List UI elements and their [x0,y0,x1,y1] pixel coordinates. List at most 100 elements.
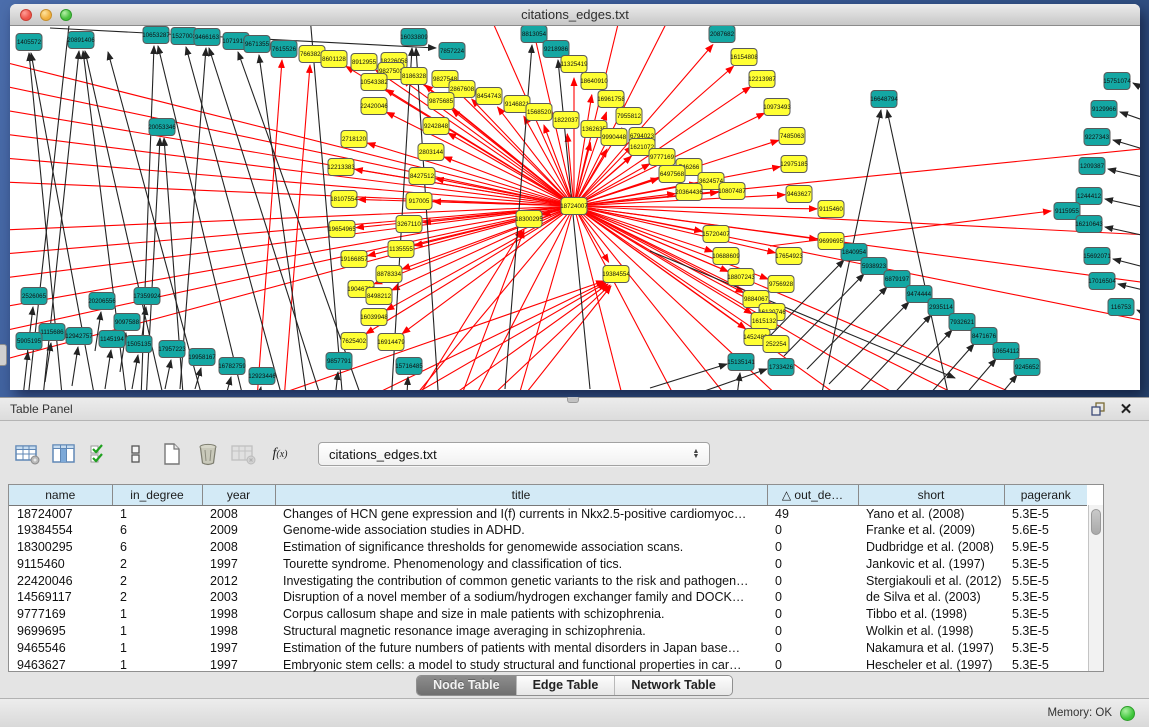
table-cell[interactable]: 0 [767,606,858,623]
delete-icon[interactable] [194,442,222,466]
table-cell[interactable]: Wolkin et al. (1998) [858,623,1004,640]
table-cell[interactable]: Corpus callosum shape and size in male p… [275,606,767,623]
table-cell[interactable]: 2008 [202,505,275,522]
table-cell[interactable]: Tibbo et al. (1998) [858,606,1004,623]
table-cell[interactable]: 1997 [202,656,275,673]
table-cell[interactable]: Hescheler et al. (1997) [858,656,1004,673]
column-header-out_degree[interactable]: △ out_de… [767,485,858,505]
table-cell[interactable]: Investigating the contribution of common… [275,572,767,589]
table-cell[interactable]: Tourette syndrome. Phenomenology and cla… [275,555,767,572]
table-cell[interactable]: Jankovic et al. (1997) [858,555,1004,572]
table-cell[interactable]: 2 [112,572,202,589]
table-cell[interactable]: Genome-wide association studies in ADHD. [275,522,767,539]
table-cell[interactable]: 0 [767,639,858,656]
table-cell[interactable]: 9463627 [9,656,112,673]
table-cell[interactable]: 2012 [202,572,275,589]
table-cell[interactable]: 5.3E-5 [1004,505,1087,522]
table-cell[interactable]: 18724007 [9,505,112,522]
table-cell[interactable]: Yano et al. (2008) [858,505,1004,522]
column-header-pagerank[interactable]: pagerank [1004,485,1087,505]
table-row[interactable]: 977716911998Corpus callosum shape and si… [9,606,1087,623]
table-cell[interactable]: 18300295 [9,539,112,556]
table-cell[interactable]: 5.3E-5 [1004,589,1087,606]
table-cell[interactable]: 1998 [202,606,275,623]
table-cell[interactable]: Structural magnetic resonance image aver… [275,623,767,640]
table-selector-dropdown[interactable]: citations_edges.txt ▲▼ [318,442,710,466]
table-cell[interactable]: 14569117 [9,589,112,606]
table-row[interactable]: 1938455462009Genome-wide association stu… [9,522,1087,539]
table-cell[interactable]: 0 [767,589,858,606]
table-cell[interactable]: 0 [767,539,858,556]
table-settings-icon[interactable] [14,442,42,466]
table-cell[interactable]: Changes of HCN gene expression and I(f) … [275,505,767,522]
table-cell[interactable]: 9777169 [9,606,112,623]
table-cell[interactable]: 2008 [202,539,275,556]
table-cell[interactable]: de Silva et al. (2003) [858,589,1004,606]
table-row[interactable]: 1456911722003Disruption of a novel membe… [9,589,1087,606]
new-file-icon[interactable] [158,442,186,466]
float-panel-icon[interactable] [1087,400,1109,418]
table-cell[interactable]: 5.3E-5 [1004,555,1087,572]
table-cell[interactable]: 0 [767,572,858,589]
table-cell[interactable]: 22420046 [9,572,112,589]
collapsed-panel-grip[interactable] [0,344,7,366]
table-cell[interactable]: 5.3E-5 [1004,639,1087,656]
column-header-year[interactable]: year [202,485,275,505]
table-cell[interactable]: 0 [767,623,858,640]
scrollbar-thumb[interactable] [1091,509,1101,535]
network-canvas[interactable]: 1872400718300295140557220891406106532871… [10,26,1140,390]
table-cell[interactable]: 5.5E-5 [1004,572,1087,589]
table-cell[interactable]: 5.6E-5 [1004,522,1087,539]
table-row[interactable]: 1830029562008Estimation of significance … [9,539,1087,556]
tab-edge-table[interactable]: Edge Table [516,676,615,695]
table-cell[interactable]: 5.9E-5 [1004,539,1087,556]
table-cell[interactable]: 0 [767,656,858,673]
table-cell[interactable]: 1 [112,623,202,640]
table-cell[interactable]: 49 [767,505,858,522]
table-cell[interactable]: 2 [112,555,202,572]
table-cell[interactable]: 1 [112,606,202,623]
table-cell[interactable]: 1998 [202,623,275,640]
table-cell[interactable]: 5.3E-5 [1004,606,1087,623]
column-header-name[interactable]: name [9,485,112,505]
table-cell[interactable]: Stergiakouli et al. (2012) [858,572,1004,589]
table-row[interactable]: 911546021997Tourette syndrome. Phenomeno… [9,555,1087,572]
table-cell[interactable]: Estimation of significance thresholds fo… [275,539,767,556]
table-row[interactable]: 1872400712008Changes of HCN gene express… [9,505,1087,522]
column-header-short[interactable]: short [858,485,1004,505]
table-cell[interactable]: Dudbridge et al. (2008) [858,539,1004,556]
import-table-icon[interactable] [230,442,258,466]
table-cell[interactable]: 1 [112,656,202,673]
table-cell[interactable]: Nakamura et al. (1997) [858,639,1004,656]
table-cell[interactable]: 0 [767,555,858,572]
table-cell[interactable]: Embryonic stem cells: a model to study s… [275,656,767,673]
table-cell[interactable]: 2 [112,589,202,606]
table-cell[interactable]: 9699695 [9,623,112,640]
column-header-title[interactable]: title [275,485,767,505]
table-cell[interactable]: 19384554 [9,522,112,539]
column-header-in_degree[interactable]: in_degree [112,485,202,505]
table-cell[interactable]: 1 [112,639,202,656]
table-cell[interactable]: Disruption of a novel member of a sodium… [275,589,767,606]
table-cell[interactable]: 1 [112,505,202,522]
vertical-scrollbar[interactable] [1088,505,1103,671]
table-cell[interactable]: 9465546 [9,639,112,656]
table-cell[interactable]: 0 [767,522,858,539]
table-cell[interactable]: Franke et al. (2009) [858,522,1004,539]
tab-network-table[interactable]: Network Table [614,676,732,695]
table-cell[interactable]: 2009 [202,522,275,539]
table-row[interactable]: 946554611997Estimation of the future num… [9,639,1087,656]
table-row[interactable]: 946362711997Embryonic stem cells: a mode… [9,656,1087,673]
merge-rows-icon[interactable] [122,442,150,466]
splitter-handle[interactable] [567,397,579,403]
function-builder-icon[interactable]: f(x) [266,442,294,466]
table-row[interactable]: 2242004622012Investigating the contribut… [9,572,1087,589]
table-cell[interactable]: 9115460 [9,555,112,572]
show-column-icon[interactable] [50,442,78,466]
tab-node-table[interactable]: Node Table [417,676,515,695]
table-cell[interactable]: 5.3E-5 [1004,656,1087,673]
table-cell[interactable]: 1997 [202,639,275,656]
table-row[interactable]: 969969511998Structural magnetic resonanc… [9,623,1087,640]
table-cell[interactable]: 6 [112,539,202,556]
table-cell[interactable]: 2003 [202,589,275,606]
